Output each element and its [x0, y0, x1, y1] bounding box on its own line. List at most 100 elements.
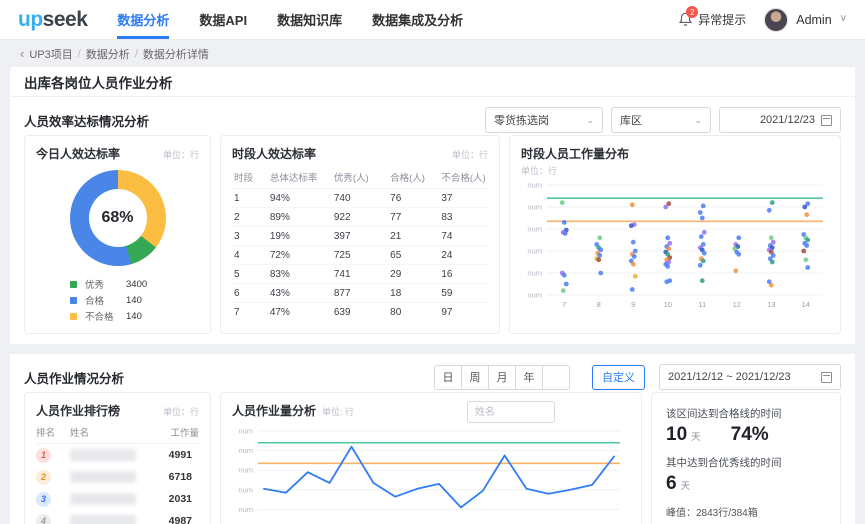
table-header-cell: 总体达标率 — [267, 166, 332, 189]
scatter-dot — [631, 254, 637, 259]
area-select-value: 库区 — [620, 115, 642, 127]
date-range-picker[interactable]: 2021/12/12 ~ 2021/12/23 — [659, 364, 841, 390]
table-header-cell: 不合格(人) — [439, 166, 488, 189]
chevron-down-icon: ⌄ — [586, 114, 594, 125]
legend-item: 优秀 3400 — [70, 276, 199, 292]
ranking-card-title: 人员作业排行榜 — [36, 404, 121, 418]
scatter-dot — [805, 265, 811, 270]
tab-year[interactable]: 年 — [515, 364, 543, 390]
blurred-name — [70, 449, 136, 461]
breadcrumb-separator: / — [134, 47, 138, 60]
workload-value: 4987 — [168, 515, 192, 524]
area-select[interactable]: 库区 ⌄ — [611, 107, 711, 133]
nav-item-data-integration[interactable]: 数据集成及分析 — [372, 0, 463, 39]
table-cell: 29 — [388, 264, 440, 284]
logo-seek-text: seek — [42, 7, 88, 31]
nav-item-data-knowledge[interactable]: 数据知识库 — [277, 0, 342, 39]
table-cell: 4 — [232, 245, 268, 265]
peak-value: 2843行/384箱 — [696, 508, 758, 519]
table-row: 6 43% 877 18 59 — [232, 283, 488, 303]
svg-text:num: num — [527, 181, 542, 190]
daily-workload-line-chart: numnumnumnumnumnum1970/03/062020/11/1420… — [238, 427, 648, 514]
line-card-unit: 单位: 行 — [322, 407, 355, 417]
excellent-days-unit: 天 — [680, 481, 691, 492]
legend-item: 合格 140 — [70, 292, 199, 308]
tab-day[interactable]: 日 — [434, 364, 462, 390]
workload-value: 6718 — [168, 471, 192, 483]
scatter-dot — [769, 259, 775, 265]
today-rate-donut: 68% — [69, 170, 166, 266]
ranking-col-value: 工作量 — [170, 428, 199, 439]
svg-text:13: 13 — [767, 300, 775, 309]
scatter-dot — [701, 229, 707, 235]
hour-rate-table: 时段 总体达标率 优秀(人) 合格(人) 不合格(人) 1 94% 740 76 37 2 89% 9… — [232, 166, 488, 321]
tab-month[interactable]: 月 — [488, 364, 516, 390]
table-header-cell: 合格(人) — [388, 166, 440, 189]
table-card-title: 时段人效达标率 — [232, 147, 317, 161]
chevron-down-icon: ⌄ — [694, 114, 702, 125]
scatter-dot — [629, 202, 635, 208]
scatter-dot — [560, 288, 566, 293]
breadcrumb-analysis[interactable]: 数据分析 — [86, 46, 130, 62]
table-cell: 89% — [267, 207, 332, 227]
table-cell: 3 — [232, 226, 268, 246]
alert-count-badge: 2 — [686, 6, 699, 18]
tab-week[interactable]: 周 — [461, 364, 489, 390]
alert-notification[interactable]: 2 异常提示 — [677, 6, 746, 28]
legend-label: 优秀 — [85, 280, 105, 291]
legend-label: 不合格 — [85, 312, 114, 323]
workload-value: 4991 — [168, 449, 192, 461]
section2-title: 人员作业情况分析 — [24, 371, 125, 386]
rank-badge: 2 — [36, 469, 51, 485]
svg-text:num: num — [527, 203, 542, 212]
user-avatar[interactable] — [764, 7, 789, 32]
position-select[interactable]: 零货拣选岗 ⌄ — [485, 107, 603, 133]
work-section: 人员作业情况分析 日 周 月 年 自定义 2021/12/12 ~ 2021/1… — [10, 354, 855, 524]
scatter-dot — [597, 235, 603, 241]
table-cell: 19% — [267, 226, 332, 246]
table-row: 5 83% 741 29 16 — [232, 264, 488, 284]
blurred-name — [70, 493, 136, 505]
scatter-dot — [804, 212, 810, 218]
scatter-dot — [632, 273, 638, 279]
scatter-dot — [559, 200, 565, 205]
breadcrumb-project[interactable]: UP3项目 — [29, 46, 72, 62]
scatter-dot — [665, 264, 671, 269]
tab-blank[interactable] — [542, 364, 570, 390]
ranking-columns: 排名 姓名 工作量 — [36, 425, 199, 444]
table-cell: 397 — [331, 226, 389, 246]
table-cell: 47% — [269, 306, 290, 318]
tab-custom[interactable]: 自定义 — [592, 364, 645, 390]
workload-line-card: 人员作业量分析 单位: 行 numnumnumnumnumnum1970/03/… — [220, 392, 648, 524]
date-value: 2021/12/23 — [759, 114, 815, 126]
rank-badge: 3 — [36, 491, 51, 507]
rank-badge: 4 — [36, 513, 51, 524]
chevron-down-icon[interactable]: ∨ — [840, 13, 847, 24]
table-row: 4 72% 725 65 24 — [232, 245, 488, 265]
line-card-title: 人员作业量分析 — [232, 404, 317, 418]
nav-label: 数据分析 — [117, 13, 170, 28]
scatter-dot — [803, 257, 809, 263]
scatter-dot — [699, 215, 705, 221]
date-picker[interactable]: 2021/12/23 — [719, 107, 841, 133]
svg-text:8: 8 — [597, 300, 601, 309]
table-cell: 74 — [439, 226, 488, 246]
table-cell: 43% — [267, 283, 332, 303]
scatter-dot — [701, 250, 707, 256]
ranking-card-unit: 单位：行 — [162, 407, 199, 417]
back-chevron-icon[interactable]: ‹ — [20, 46, 24, 61]
nav-item-data-analysis[interactable]: 数据分析 — [117, 0, 170, 39]
legend-value: 140 — [126, 310, 142, 322]
nav-item-data-api[interactable]: 数据API — [199, 0, 247, 39]
user-name[interactable]: Admin — [796, 13, 831, 27]
scatter-dot — [697, 262, 703, 268]
svg-text:num: num — [527, 291, 542, 300]
blurred-name — [70, 515, 136, 524]
interval-stats-card: 该区间达到合格线的时间 10 天 74% 其中达到合优秀线的时间 6 天 峰值：… — [651, 392, 841, 524]
scatter-card-title: 时段人员工作量分布 — [521, 147, 630, 161]
name-search-input[interactable] — [467, 401, 555, 423]
scatter-dot — [769, 200, 775, 205]
table-cell: 5 — [232, 264, 268, 284]
peak-value-row: 峰值：2843行/384箱 — [666, 504, 826, 519]
table-cell: 725 — [331, 245, 389, 265]
